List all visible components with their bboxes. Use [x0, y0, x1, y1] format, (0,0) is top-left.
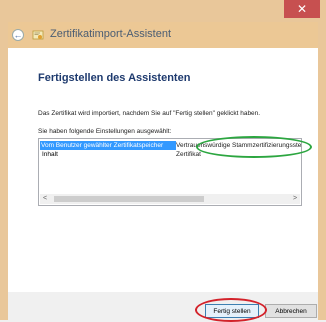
certificate-icon	[32, 30, 44, 40]
back-button[interactable]: ←	[12, 29, 24, 41]
scroll-left-button[interactable]: <	[40, 194, 50, 204]
cancel-button[interactable]: Abbrechen	[265, 304, 317, 318]
wizard-title: Zertifikatimport-Assistent	[50, 28, 172, 40]
settings-label: Sie haben folgende Einstellungen ausgewä…	[38, 128, 172, 135]
highlight-annotation-green	[196, 136, 312, 158]
wizard-header: ← Zertifikatimport-Assistent	[8, 22, 318, 48]
scroll-right-button[interactable]: >	[290, 194, 300, 204]
setting-value: Zertifikat	[176, 151, 201, 158]
page-heading: Fertigstellen des Assistenten	[38, 72, 191, 84]
close-button[interactable]: ✕	[284, 0, 320, 18]
setting-key: Inhalt	[42, 151, 58, 158]
setting-key: Vom Benutzer gewählter Zertifikatspeiche…	[41, 142, 164, 149]
wizard-window: ✕ ← Zertifikatimport-Assistent Fertigste…	[0, 0, 326, 322]
title-bar: ✕	[0, 0, 326, 22]
description-text: Das Zertifikat wird importiert, nachdem …	[38, 110, 261, 117]
highlight-annotation-red	[195, 298, 267, 322]
horizontal-scrollbar[interactable]: < >	[40, 194, 300, 204]
scroll-thumb[interactable]	[54, 196, 204, 202]
